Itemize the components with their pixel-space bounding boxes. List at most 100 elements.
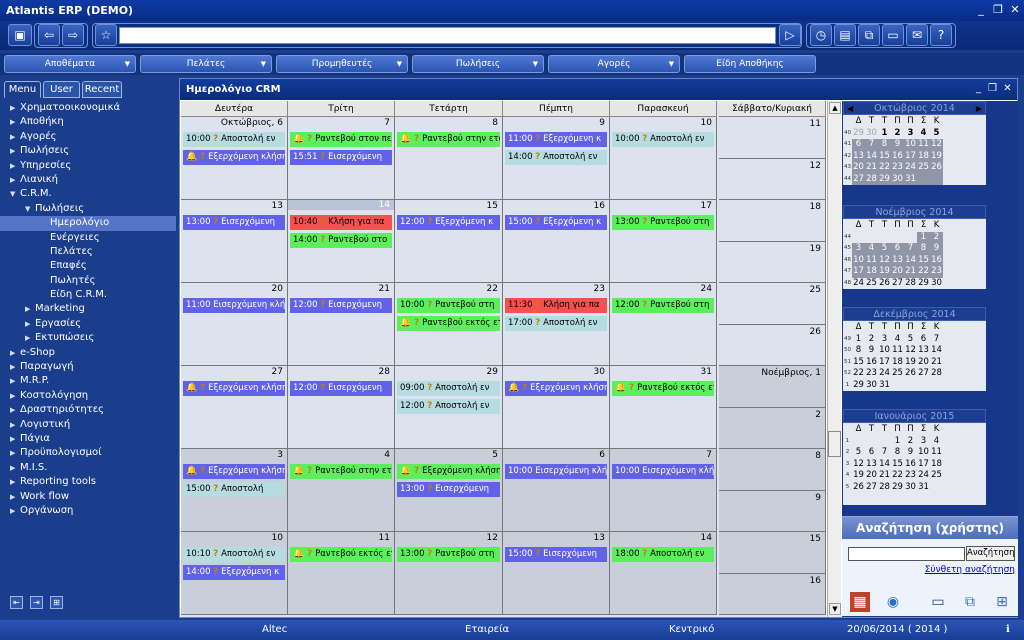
chevron-right-icon[interactable]: ▶ [10, 418, 20, 432]
scroll-up-icon[interactable]: ▲ [829, 102, 841, 114]
mini-day[interactable]: 6 [852, 139, 865, 151]
mini-day[interactable]: 7 [930, 334, 943, 346]
tree-item[interactable]: ▶ e-Shop [0, 346, 176, 360]
mail-icon[interactable]: ✉ [906, 24, 928, 46]
mini-day[interactable]: 31 [878, 380, 891, 392]
mini-day[interactable]: 15 [917, 254, 930, 266]
tree-item[interactable]: ▶ Προϋπολογισμοί [0, 446, 176, 460]
tree-item[interactable]: ▶ Λιανική [0, 173, 176, 187]
day-cell[interactable]: 12 13:00 ? Ραντεβού στη [395, 532, 503, 615]
mini-day[interactable]: 18 [865, 266, 878, 278]
tree-item[interactable]: ▶ Εκτυπώσεις [0, 331, 176, 345]
calendar-event[interactable]: 11:00 ? Εξερχόμενη κ [505, 132, 607, 147]
day-cell[interactable]: 6 10:00 Εισερχόμενη κλήσ [503, 449, 610, 532]
info-icon[interactable]: ℹ [1006, 620, 1010, 640]
mini-day[interactable]: 4 [917, 128, 930, 140]
mini-day[interactable]: 16 [930, 254, 943, 266]
weekend-cell[interactable]: 15 [719, 532, 826, 574]
mini-day[interactable]: 23 [865, 368, 878, 380]
mini-day[interactable]: 7 [865, 139, 878, 151]
day-cell[interactable]: 31 🔔 ? Ραντεβού εκτός ετ [610, 366, 717, 449]
mini-day[interactable] [930, 380, 943, 392]
mini-day[interactable]: 9 [865, 345, 878, 357]
calendar-event[interactable]: 10:00 ? Αποστολή εν [183, 132, 285, 147]
mini-day[interactable]: 20 [917, 357, 930, 369]
calendar-event[interactable]: 12:00 ? Εισερχόμενη [290, 298, 392, 313]
chevron-right-icon[interactable]: ▶ [10, 490, 20, 504]
mini-day[interactable]: 8 [852, 345, 865, 357]
chevron-right-icon[interactable]: ▶ [10, 346, 20, 360]
mini-day[interactable]: 18 [930, 459, 943, 471]
day-cell[interactable]: 30 🔔 ? Εξερχόμενη κλήση [503, 366, 610, 449]
mini-day[interactable]: 28 [865, 173, 878, 185]
calendar-event[interactable]: 10:40 ? Κλήση για πα [290, 215, 392, 230]
calendar-event[interactable]: 15:00 ? Αποστολή [183, 482, 285, 497]
calendar-event[interactable]: 13:00 ? Εισερχόμενη [397, 482, 500, 497]
mini-day[interactable] [930, 493, 943, 505]
calendar-event[interactable]: 14:00 ? Αποστολή εν [505, 150, 607, 165]
day-cell[interactable]: 28 12:00 ? Εισερχόμενη [288, 366, 395, 449]
mini-day[interactable]: 22 [891, 470, 904, 482]
mini-day[interactable]: 8 [878, 139, 891, 151]
mini-day[interactable]: 24 [917, 470, 930, 482]
calendar-event[interactable]: 🔔 ? Εξερχόμενη κλήση [183, 464, 285, 479]
mini-day[interactable]: 14 [904, 254, 917, 266]
mini-day[interactable]: 13 [891, 254, 904, 266]
mini-day[interactable]: 29 [878, 173, 891, 185]
mini-day[interactable] [878, 232, 891, 244]
scroll-down-icon[interactable]: ▼ [829, 603, 841, 615]
network-icon[interactable]: ⧉ [960, 592, 980, 612]
mini-day[interactable]: 1 [917, 231, 930, 243]
tree-item[interactable]: ▶ Αποθήκη [0, 115, 176, 129]
tree-item[interactable]: ▶ Εργασίες [0, 317, 176, 331]
mini-day[interactable]: 10 [878, 345, 891, 357]
weekend-cell[interactable]: Νοέμβριος, 1 [719, 366, 826, 408]
chevron-right-icon[interactable]: ▶ [10, 159, 20, 173]
mini-day[interactable] [865, 232, 878, 244]
mini-day[interactable]: 24 [852, 278, 865, 290]
calendar-event[interactable]: 15:00 ? Εισερχόμενη [505, 547, 607, 562]
mini-day[interactable]: 7 [904, 243, 917, 255]
mini-day[interactable]: 15 [891, 459, 904, 471]
mini-day[interactable] [904, 493, 917, 505]
calendar-event[interactable]: 13:00 ? Ραντεβού στη [397, 547, 500, 562]
day-cell[interactable]: 5 🔔 ? Εξερχόμενη κλήση 13:00 ? Εισερχόμενη [395, 449, 503, 532]
day-cell[interactable]: 13 13:00 ? Εισερχόμενη [181, 200, 288, 283]
mini-day[interactable]: 12 [852, 459, 865, 471]
search-input[interactable] [848, 547, 965, 561]
mini-day[interactable]: 20 [891, 266, 904, 278]
chevron-right-icon[interactable]: ▶ [10, 403, 20, 417]
back-arrow-icon[interactable]: ⇦ [38, 24, 60, 46]
mini-day[interactable]: 17 [917, 459, 930, 471]
mini-day[interactable]: 1 [891, 436, 904, 448]
mini-day[interactable]: 12 [878, 254, 891, 266]
tree-item[interactable]: ▶ Αγορές [0, 130, 176, 144]
mini-day[interactable]: 27 [891, 278, 904, 290]
calendar-event[interactable]: 13:00 ? Εισερχόμενη [183, 215, 285, 230]
day-cell[interactable]: 24 12:00 ? Ραντεβού στη [610, 283, 717, 366]
day-cell[interactable]: 13 15:00 ? Εισερχόμενη [503, 532, 610, 615]
tree-item[interactable]: ▼ C.R.M. [0, 187, 176, 201]
mini-day[interactable]: 2 [865, 334, 878, 346]
mini-day[interactable]: 17 [904, 150, 917, 162]
computer-icon[interactable]: ▭ [928, 592, 948, 612]
mini-day[interactable]: 24 [878, 368, 891, 380]
weekend-cell[interactable]: 19 [719, 241, 826, 283]
mini-day[interactable]: 30 [865, 128, 878, 140]
mini-day[interactable] [904, 232, 917, 244]
calendar-event[interactable]: 17:00 ? Αποστολή εν [505, 316, 607, 331]
prev-month-icon[interactable]: ◀ [847, 102, 853, 116]
day-cell[interactable]: 7 10:00 Εισερχόμενη κλήσ [610, 449, 717, 532]
mini-day[interactable]: 13 [852, 150, 865, 162]
mini-day[interactable] [917, 173, 930, 185]
calendar-event[interactable]: 12:00 ? Εξερχόμενη κ [397, 215, 500, 230]
day-cell[interactable]: 29 09:00 ? Αποστολή εν 12:00 ? Αποστολή εν [395, 366, 503, 449]
chevron-right-icon[interactable]: ▶ [10, 504, 20, 518]
calendar-restore-icon[interactable]: ❐ [986, 82, 999, 95]
chevron-right-icon[interactable]: ▶ [25, 331, 35, 345]
calendar-event[interactable]: 10:00 ? Αποστολή εν [612, 132, 714, 147]
mini-day[interactable] [891, 232, 904, 244]
menu-purchases[interactable]: Αγορές ▼ [548, 55, 680, 73]
minimize-icon[interactable]: _ [974, 3, 988, 17]
mini-day[interactable]: 24 [904, 162, 917, 174]
